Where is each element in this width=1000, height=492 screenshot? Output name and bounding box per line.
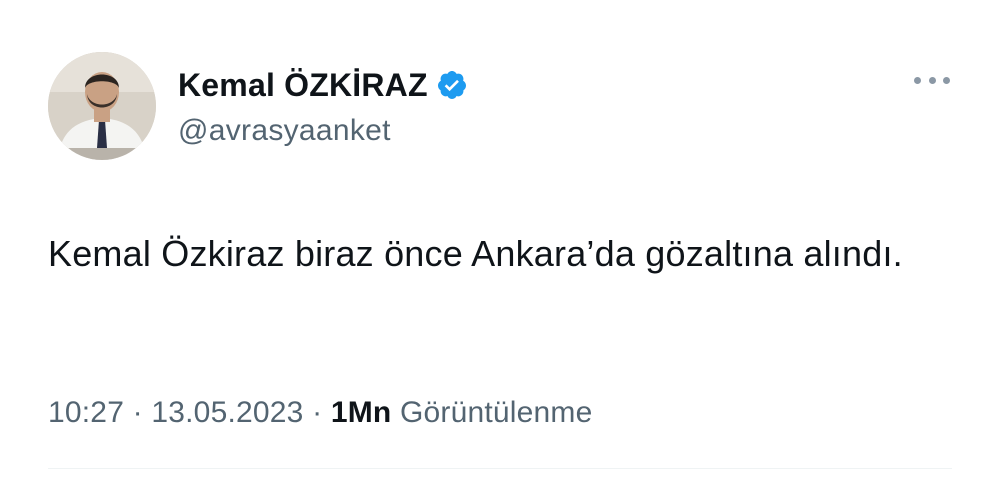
tweet-date[interactable]: 13.05.2023	[151, 396, 303, 429]
more-dot	[928, 76, 936, 84]
verified-badge-icon	[437, 71, 466, 99]
views-count[interactable]: 1Mn	[331, 396, 392, 429]
user-handle[interactable]: @avrasyaanket	[178, 114, 468, 148]
more-options-icon[interactable]	[914, 70, 950, 90]
profile-photo-icon	[48, 52, 156, 160]
name-row: Kemal ÖZKİRAZ	[178, 64, 468, 106]
tweet-time[interactable]: 10:27	[48, 396, 124, 429]
author-block: Kemal ÖZKİRAZ @avrasyaanket	[178, 64, 468, 148]
more-dot	[914, 76, 921, 84]
tweet-meta: 10:27 · 13.05.2023 · 1Mn Görüntülenme	[48, 396, 593, 430]
tweet-card: Kemal ÖZKİRAZ @avrasyaanket Kemal Özkira…	[0, 0, 1000, 492]
tweet-text: Kemal Özkiraz biraz önce Ankara’da gözal…	[48, 233, 903, 274]
avatar[interactable]	[48, 52, 156, 160]
meta-separator: ·	[312, 396, 323, 429]
views-label: Görüntülenme	[399, 396, 593, 429]
display-name[interactable]: Kemal ÖZKİRAZ	[178, 67, 428, 104]
more-dot	[943, 76, 950, 84]
meta-separator: ·	[132, 396, 143, 429]
divider	[48, 468, 952, 469]
